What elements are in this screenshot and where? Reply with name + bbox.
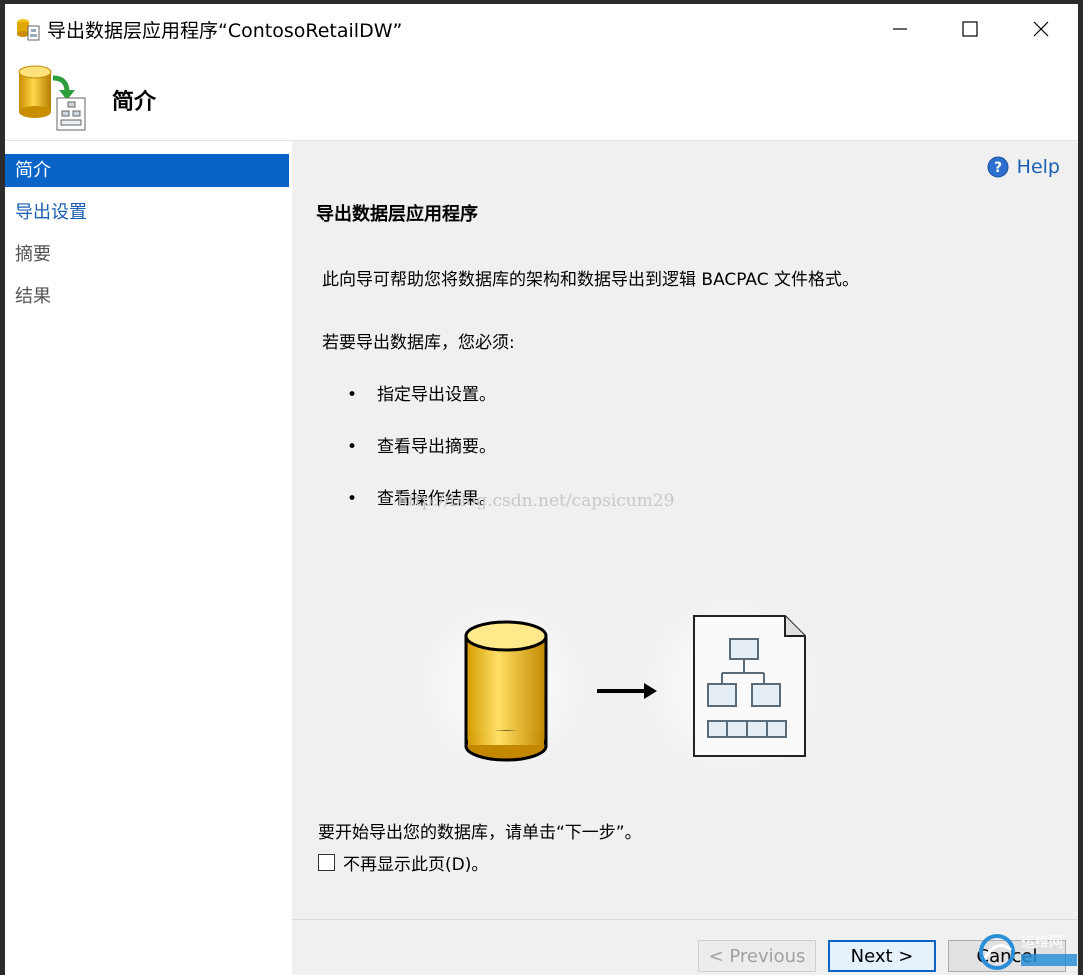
dont-show-again-label[interactable]: 不再显示此页(D)。 — [343, 850, 488, 875]
help-label: Help — [1016, 156, 1060, 178]
database-to-bacpac-icon — [18, 65, 86, 131]
minimize-button[interactable] — [878, 12, 922, 46]
maximize-icon — [962, 21, 978, 37]
database-icon — [464, 620, 548, 762]
footer-divider — [292, 919, 1078, 920]
bullet-icon: • — [347, 385, 358, 405]
list-item: • 指定导出设置。 — [347, 380, 496, 405]
export-illustration — [412, 591, 827, 781]
site-logo: 运维网 — [979, 934, 1077, 970]
start-instruction: 要开始导出您的数据库，请单击“下一步”。 — [318, 823, 642, 843]
nav-item-summary: 摘要 — [15, 244, 51, 265]
dont-show-again-option[interactable]: 不再显示此页(D)。 — [318, 850, 488, 875]
svg-text:?: ? — [994, 160, 1002, 176]
title-bar: 导出数据层应用程序“ContosoRetailDW” — [5, 4, 1078, 54]
bullet-icon: • — [347, 489, 358, 509]
wizard-nav-sidebar: 简介 导出设置 摘要 结果 — [5, 141, 291, 975]
window-title: 导出数据层应用程序“ContosoRetailDW” — [47, 20, 403, 42]
help-icon: ? — [987, 156, 1009, 178]
list-item-text: 指定导出设置。 — [377, 385, 496, 405]
database-export-icon — [17, 19, 40, 41]
requirements-intro: 若要导出数据库，您必须: — [322, 333, 515, 353]
bullet-icon: • — [347, 437, 358, 457]
next-button[interactable]: Next > — [828, 940, 936, 972]
wizard-description: 此向导可帮助您将数据库的架构和数据导出到逻辑 BACPAC 文件格式。 — [322, 270, 860, 290]
close-icon — [1033, 21, 1049, 37]
nav-item-export-settings[interactable]: 导出设置 — [5, 196, 289, 229]
list-item: • 查看导出摘要。 — [347, 432, 496, 457]
maximize-button[interactable] — [948, 12, 992, 46]
nav-item-results: 结果 — [15, 286, 51, 307]
wizard-content: ? Help 导出数据层应用程序 此向导可帮助您将数据库的架构和数据导出到逻辑 … — [292, 141, 1078, 975]
watermark-text: http://blog.csdn.net/capsicum29 — [397, 491, 675, 511]
site-logo-text: 运维网 — [1021, 935, 1063, 951]
content-heading: 导出数据层应用程序 — [316, 204, 478, 225]
export-wizard-window: 导出数据层应用程序“ContosoRetailDW” 简介 简介 导出设置 摘要… — [5, 4, 1078, 975]
previous-button[interactable]: < Previous — [698, 940, 816, 972]
help-link[interactable]: ? Help — [987, 156, 1060, 178]
minimize-icon — [893, 28, 907, 30]
dont-show-again-checkbox[interactable] — [318, 854, 335, 871]
bacpac-file-icon — [693, 615, 806, 757]
list-item-text: 查看导出摘要。 — [377, 437, 496, 457]
wizard-header: 简介 — [5, 54, 1078, 141]
page-title: 简介 — [112, 90, 157, 115]
nav-item-intro[interactable]: 简介 — [5, 154, 289, 187]
close-button[interactable] — [1019, 12, 1063, 46]
